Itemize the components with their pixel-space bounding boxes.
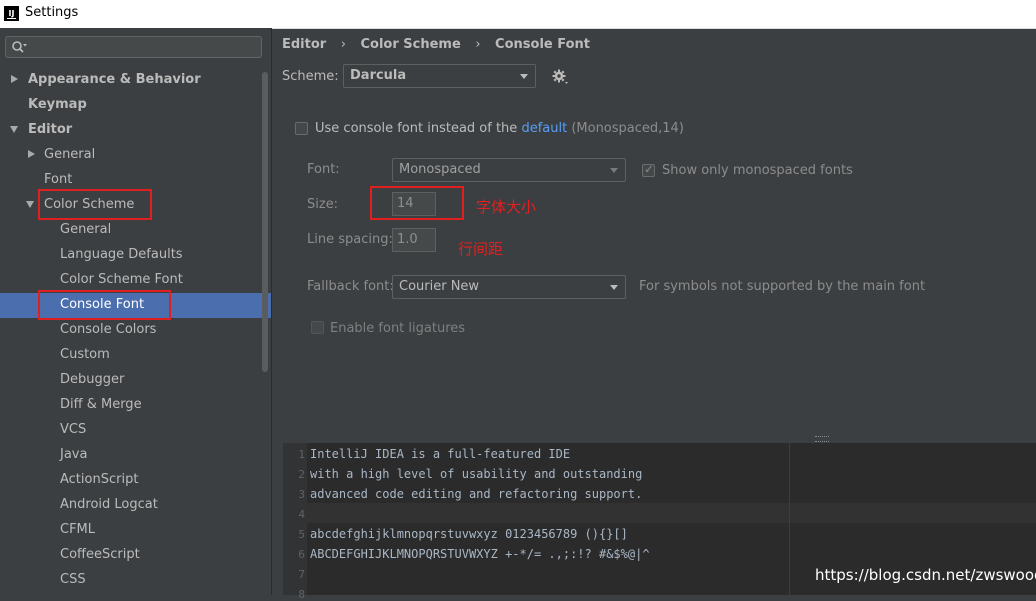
sidebar-item-appearance-behavior[interactable]: Appearance & Behavior bbox=[28, 67, 201, 92]
size-annotation-note: 字体大小 bbox=[476, 198, 537, 216]
sidebar-item-editor[interactable]: Editor bbox=[28, 117, 72, 142]
size-label: Size: bbox=[307, 197, 339, 212]
sidebar-item-custom[interactable]: Custom bbox=[60, 342, 110, 367]
font-ligatures-checkbox[interactable] bbox=[311, 321, 324, 334]
line-number: 7 bbox=[298, 568, 305, 581]
annotation-box-color-scheme bbox=[38, 189, 152, 220]
sidebar-item-actionscript[interactable]: ActionScript bbox=[60, 467, 138, 492]
title-bar: IJ Settings bbox=[0, 0, 1036, 29]
preview-line: with a high level of usability and outst… bbox=[310, 467, 643, 481]
current-line-highlight bbox=[307, 503, 1036, 523]
dropdown-arrow-icon bbox=[610, 168, 618, 173]
line-number: 6 bbox=[298, 548, 305, 561]
font-dropdown[interactable]: Monospaced bbox=[392, 158, 626, 182]
intellij-app-icon: IJ bbox=[4, 6, 19, 21]
scheme-dropdown[interactable]: Darcula bbox=[343, 64, 536, 88]
gear-icon[interactable] bbox=[552, 69, 568, 85]
chevron-right-icon[interactable] bbox=[28, 150, 35, 158]
line-spacing-annotation-note: 行间距 bbox=[458, 240, 504, 258]
sidebar-item-diff-merge[interactable]: Diff & Merge bbox=[60, 392, 142, 417]
preview-line: abcdefghijklmnopqrstuvwxyz 0123456789 ()… bbox=[310, 527, 628, 541]
show-monospaced-label: Show only monospaced fonts bbox=[662, 163, 853, 178]
scheme-label: Scheme: bbox=[282, 69, 339, 84]
settings-search-input[interactable] bbox=[5, 36, 262, 58]
sidebar-item-debugger[interactable]: Debugger bbox=[60, 367, 124, 392]
font-ligatures-label: Enable font ligatures bbox=[330, 321, 466, 336]
window-title: Settings bbox=[25, 5, 79, 20]
default-font-link[interactable]: default bbox=[521, 121, 567, 136]
annotation-box-size bbox=[370, 186, 464, 220]
scheme-value: Darcula bbox=[350, 68, 407, 83]
sidebar-item-coffeescript[interactable]: CoffeeScript bbox=[60, 542, 140, 567]
dropdown-arrow-icon bbox=[520, 74, 528, 79]
breadcrumb: Editor › Color Scheme › Console Font bbox=[282, 37, 590, 53]
breadcrumb-separator: › bbox=[475, 37, 481, 52]
font-value: Monospaced bbox=[399, 162, 481, 177]
show-monospaced-checkbox[interactable] bbox=[642, 162, 655, 177]
chevron-down-icon[interactable] bbox=[10, 126, 18, 133]
splitter-handle[interactable] bbox=[815, 436, 829, 442]
search-icon bbox=[12, 41, 27, 53]
right-margin-guide bbox=[789, 443, 790, 595]
preview-line: IntelliJ IDEA is a full-featured IDE bbox=[310, 447, 571, 461]
sidebar-item-css[interactable]: CSS bbox=[60, 567, 86, 592]
fallback-font-hint: For symbols not supported by the main fo… bbox=[639, 279, 926, 294]
sidebar-item-java[interactable]: Java bbox=[60, 442, 87, 467]
line-number: 5 bbox=[298, 528, 305, 541]
settings-sidebar: Appearance & Behavior Keymap Editor Gene… bbox=[0, 28, 271, 595]
line-number: 1 bbox=[298, 448, 305, 461]
breadcrumb-console-font: Console Font bbox=[495, 37, 590, 52]
line-number: 2 bbox=[298, 468, 305, 481]
line-number: 3 bbox=[298, 488, 305, 501]
preview-line: ABCDEFGHIJKLMNOPQRSTUVWXYZ +-*/= .,;:!? … bbox=[310, 547, 650, 561]
breadcrumb-color-scheme[interactable]: Color Scheme bbox=[360, 37, 460, 52]
line-number: 4 bbox=[298, 508, 305, 521]
fallback-font-value: Courier New bbox=[399, 279, 480, 294]
sidebar-item-language-defaults[interactable]: Language Defaults bbox=[60, 242, 183, 267]
line-spacing-label: Line spacing: bbox=[307, 232, 393, 247]
sidebar-item-keymap[interactable]: Keymap bbox=[28, 92, 87, 117]
breadcrumb-separator: › bbox=[340, 37, 346, 52]
chevron-down-icon[interactable] bbox=[26, 201, 34, 208]
annotation-box-console-font bbox=[38, 290, 171, 320]
sidebar-divider bbox=[271, 28, 272, 595]
fallback-font-label: Fallback font: bbox=[307, 279, 394, 294]
sidebar-item-vcs[interactable]: VCS bbox=[60, 417, 86, 442]
sidebar-item-cfml[interactable]: CFML bbox=[60, 517, 95, 542]
sidebar-item-console-colors[interactable]: Console Colors bbox=[60, 317, 156, 342]
default-font-hint: (Monospaced,14) bbox=[571, 121, 684, 136]
sidebar-item-android-logcat[interactable]: Android Logcat bbox=[60, 492, 158, 517]
chevron-right-icon[interactable] bbox=[11, 75, 18, 83]
fallback-font-dropdown[interactable]: Courier New bbox=[392, 275, 626, 299]
use-console-font-label: Use console font instead of the default … bbox=[315, 121, 684, 136]
sidebar-item-cs-general[interactable]: General bbox=[60, 217, 111, 242]
use-console-font-checkbox[interactable] bbox=[295, 122, 308, 135]
line-spacing-input[interactable]: 1.0 bbox=[392, 228, 436, 252]
sidebar-scrollbar[interactable] bbox=[262, 72, 268, 372]
preview-line: advanced code editing and refactoring su… bbox=[310, 487, 643, 501]
dropdown-arrow-icon bbox=[610, 285, 618, 290]
use-console-font-text: Use console font instead of the bbox=[315, 121, 518, 136]
watermark-text: https://blog.csdn.net/zwswood bbox=[815, 566, 1036, 584]
font-label: Font: bbox=[307, 162, 340, 177]
sidebar-item-general[interactable]: General bbox=[44, 142, 95, 167]
breadcrumb-editor[interactable]: Editor bbox=[282, 37, 326, 52]
sidebar-item-color-scheme-font[interactable]: Color Scheme Font bbox=[60, 267, 183, 292]
